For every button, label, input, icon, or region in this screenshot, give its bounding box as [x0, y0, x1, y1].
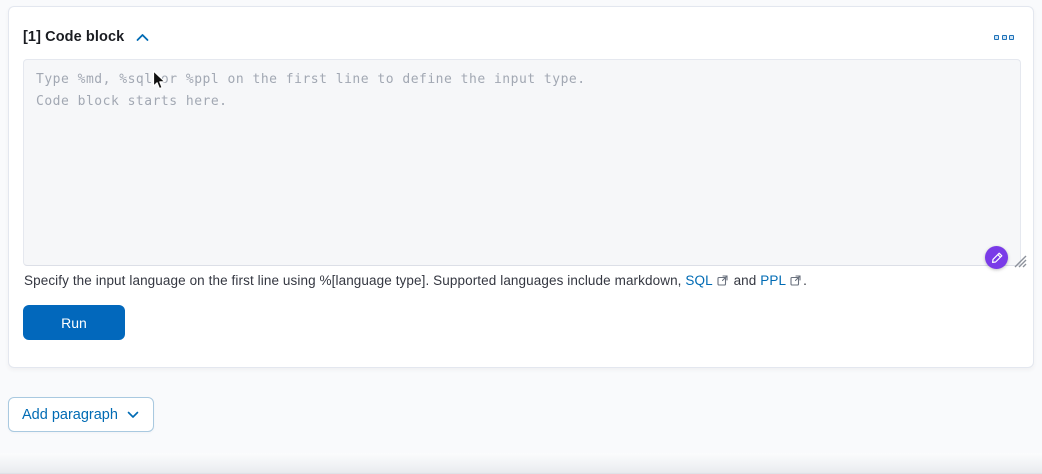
chevron-down-icon: [127, 411, 139, 419]
bottom-panel-edge: [0, 453, 1042, 474]
paragraph-header: [1] Code block: [23, 29, 151, 45]
language-help-text: Specify the input language on the first …: [24, 273, 807, 288]
boxes-horizontal-icon: [994, 35, 999, 40]
help-text-before: Specify the input language on the first …: [24, 273, 686, 288]
add-paragraph-button[interactable]: Add paragraph: [8, 397, 154, 432]
pen-icon: [991, 252, 1003, 264]
textarea-resize-grip[interactable]: [1011, 252, 1027, 273]
paragraph-actions-button[interactable]: [992, 33, 1016, 42]
chevron-up-icon: [136, 33, 149, 42]
boxes-horizontal-icon: [1001, 35, 1007, 40]
run-button[interactable]: Run: [23, 305, 125, 340]
collapse-paragraph-button[interactable]: [134, 31, 151, 44]
code-block-paragraph-panel: [1] Code block Type %md, %sql or %ppl on…: [8, 6, 1034, 368]
notebook-page: [1] Code block Type %md, %sql or %ppl on…: [0, 0, 1042, 474]
boxes-horizontal-icon: [1009, 35, 1014, 40]
sql-link[interactable]: SQL: [685, 273, 712, 288]
external-link-icon: [790, 275, 801, 286]
code-editor-container: [23, 59, 1027, 269]
assistant-pen-badge[interactable]: [985, 246, 1008, 269]
ppl-link[interactable]: PPL: [760, 273, 786, 288]
run-button-label: Run: [61, 314, 87, 331]
paragraph-title: [1] Code block: [23, 29, 125, 45]
code-editor-textarea[interactable]: [23, 59, 1021, 266]
help-text-after: .: [803, 273, 807, 288]
add-paragraph-label: Add paragraph: [22, 406, 118, 423]
help-text-between: and: [729, 273, 761, 288]
external-link-icon: [717, 275, 728, 286]
